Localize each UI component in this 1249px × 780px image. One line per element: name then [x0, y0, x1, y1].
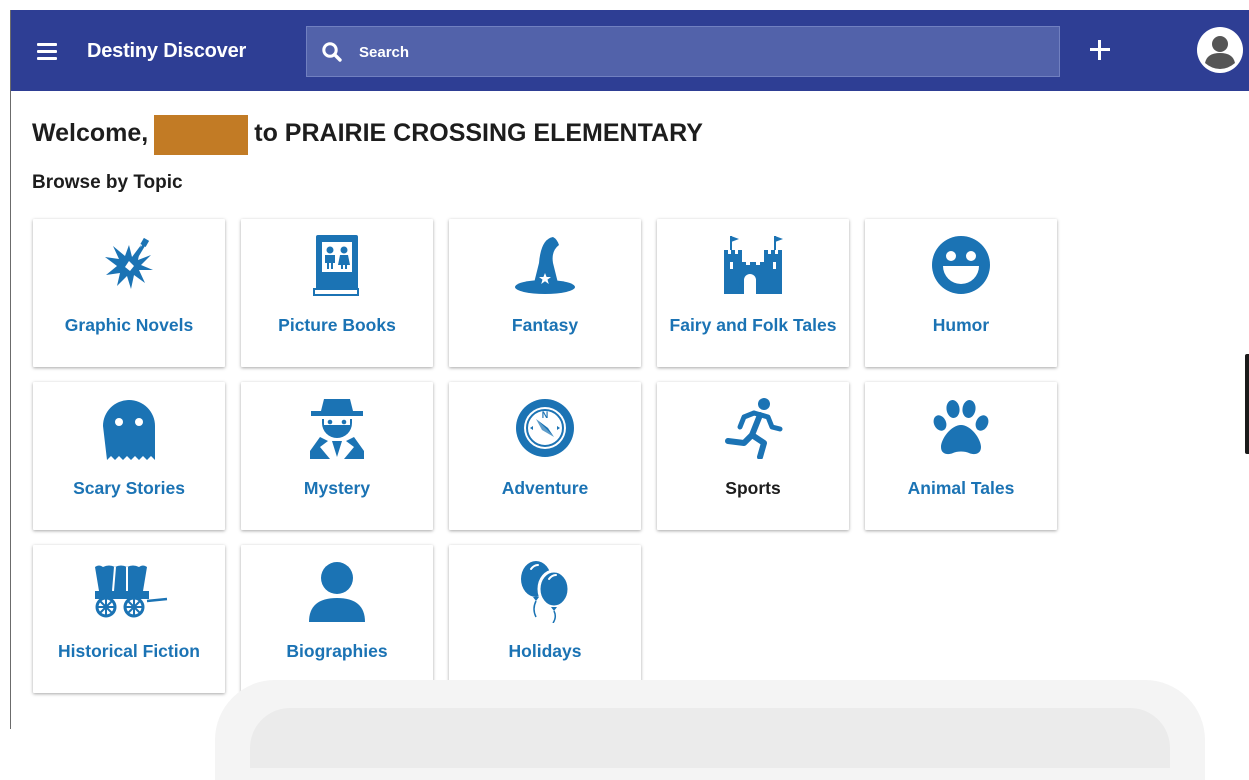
- search-bar[interactable]: [306, 26, 1060, 78]
- top-strip: [0, 0, 1249, 10]
- ghost-icon: [103, 400, 155, 460]
- topic-label: Adventure: [501, 478, 589, 498]
- svg-text:N: N: [542, 410, 549, 420]
- welcome-school: to PRAIRIE CROSSING ELEMENTARY: [254, 118, 703, 147]
- topic-tile-sports[interactable]: Sports: [657, 382, 849, 530]
- runner-icon: [725, 398, 783, 459]
- detective-icon: [310, 399, 364, 459]
- app-title[interactable]: Destiny Discover: [87, 40, 246, 63]
- topic-tile-holidays[interactable]: Holidays: [449, 545, 641, 693]
- topic-label: Picture Books: [278, 315, 396, 335]
- topic-label: Animal Tales: [907, 478, 1015, 498]
- topic-tile-scary-stories[interactable]: Scary Stories: [33, 382, 225, 530]
- window-left-edge: [10, 10, 11, 729]
- topic-tile-historical-fiction[interactable]: Historical Fiction: [33, 545, 225, 693]
- topic-tile-fantasy[interactable]: Fantasy: [449, 219, 641, 367]
- plus-icon[interactable]: [1086, 36, 1114, 64]
- hamburger-menu-icon[interactable]: [37, 43, 59, 61]
- topic-tile-biographies[interactable]: Biographies: [241, 545, 433, 693]
- graphic-novels-icon: [105, 237, 153, 289]
- search-icon[interactable]: [320, 40, 344, 64]
- welcome-prefix: Welcome,: [32, 118, 149, 147]
- right-edge-handle[interactable]: [1245, 354, 1249, 454]
- topic-label: Scary Stories: [73, 478, 185, 498]
- compass-icon: N: [516, 399, 574, 457]
- picture-book-icon: [313, 235, 359, 296]
- browse-by-topic-heading: Browse by Topic: [32, 172, 183, 193]
- topic-tile-fairy-and-folk-tales[interactable]: Fairy and Folk Tales: [657, 219, 849, 367]
- app-header: Destiny Discover: [11, 10, 1249, 91]
- topic-label: Graphic Novels: [64, 315, 194, 335]
- topic-label: Mystery: [303, 478, 371, 498]
- paw-print-icon: [933, 400, 989, 455]
- search-input[interactable]: [357, 27, 1051, 78]
- topic-label: Sports: [725, 478, 781, 498]
- topic-tile-humor[interactable]: Humor: [865, 219, 1057, 367]
- topic-tile-adventure[interactable]: N Adventure: [449, 382, 641, 530]
- topic-tile-animal-tales[interactable]: Animal Tales: [865, 382, 1057, 530]
- topic-label: Fantasy: [511, 315, 579, 335]
- topic-tile-mystery[interactable]: Mystery: [241, 382, 433, 530]
- topic-tile-graphic-novels[interactable]: Graphic Novels: [33, 219, 225, 367]
- balloons-icon: [521, 561, 571, 623]
- wizard-hat-icon: [515, 237, 575, 294]
- topic-label: Humor: [932, 315, 990, 335]
- topic-label: Historical Fiction: [58, 641, 200, 661]
- person-icon: [309, 562, 365, 622]
- background-decoration: [250, 708, 1170, 768]
- redacted-user-name: [154, 115, 249, 155]
- welcome-message: Welcome, to PRAIRIE CROSSING ELEMENTARY: [32, 113, 703, 155]
- topic-label: Biographies: [286, 641, 388, 661]
- user-avatar-icon[interactable]: [1197, 27, 1243, 73]
- covered-wagon-icon: [95, 565, 168, 618]
- topic-tile-picture-books[interactable]: Picture Books: [241, 219, 433, 367]
- smiley-face-icon: [932, 236, 990, 294]
- topic-label: Fairy and Folk Tales: [669, 315, 837, 335]
- topic-label: Holidays: [508, 641, 582, 661]
- castle-icon: [724, 236, 783, 294]
